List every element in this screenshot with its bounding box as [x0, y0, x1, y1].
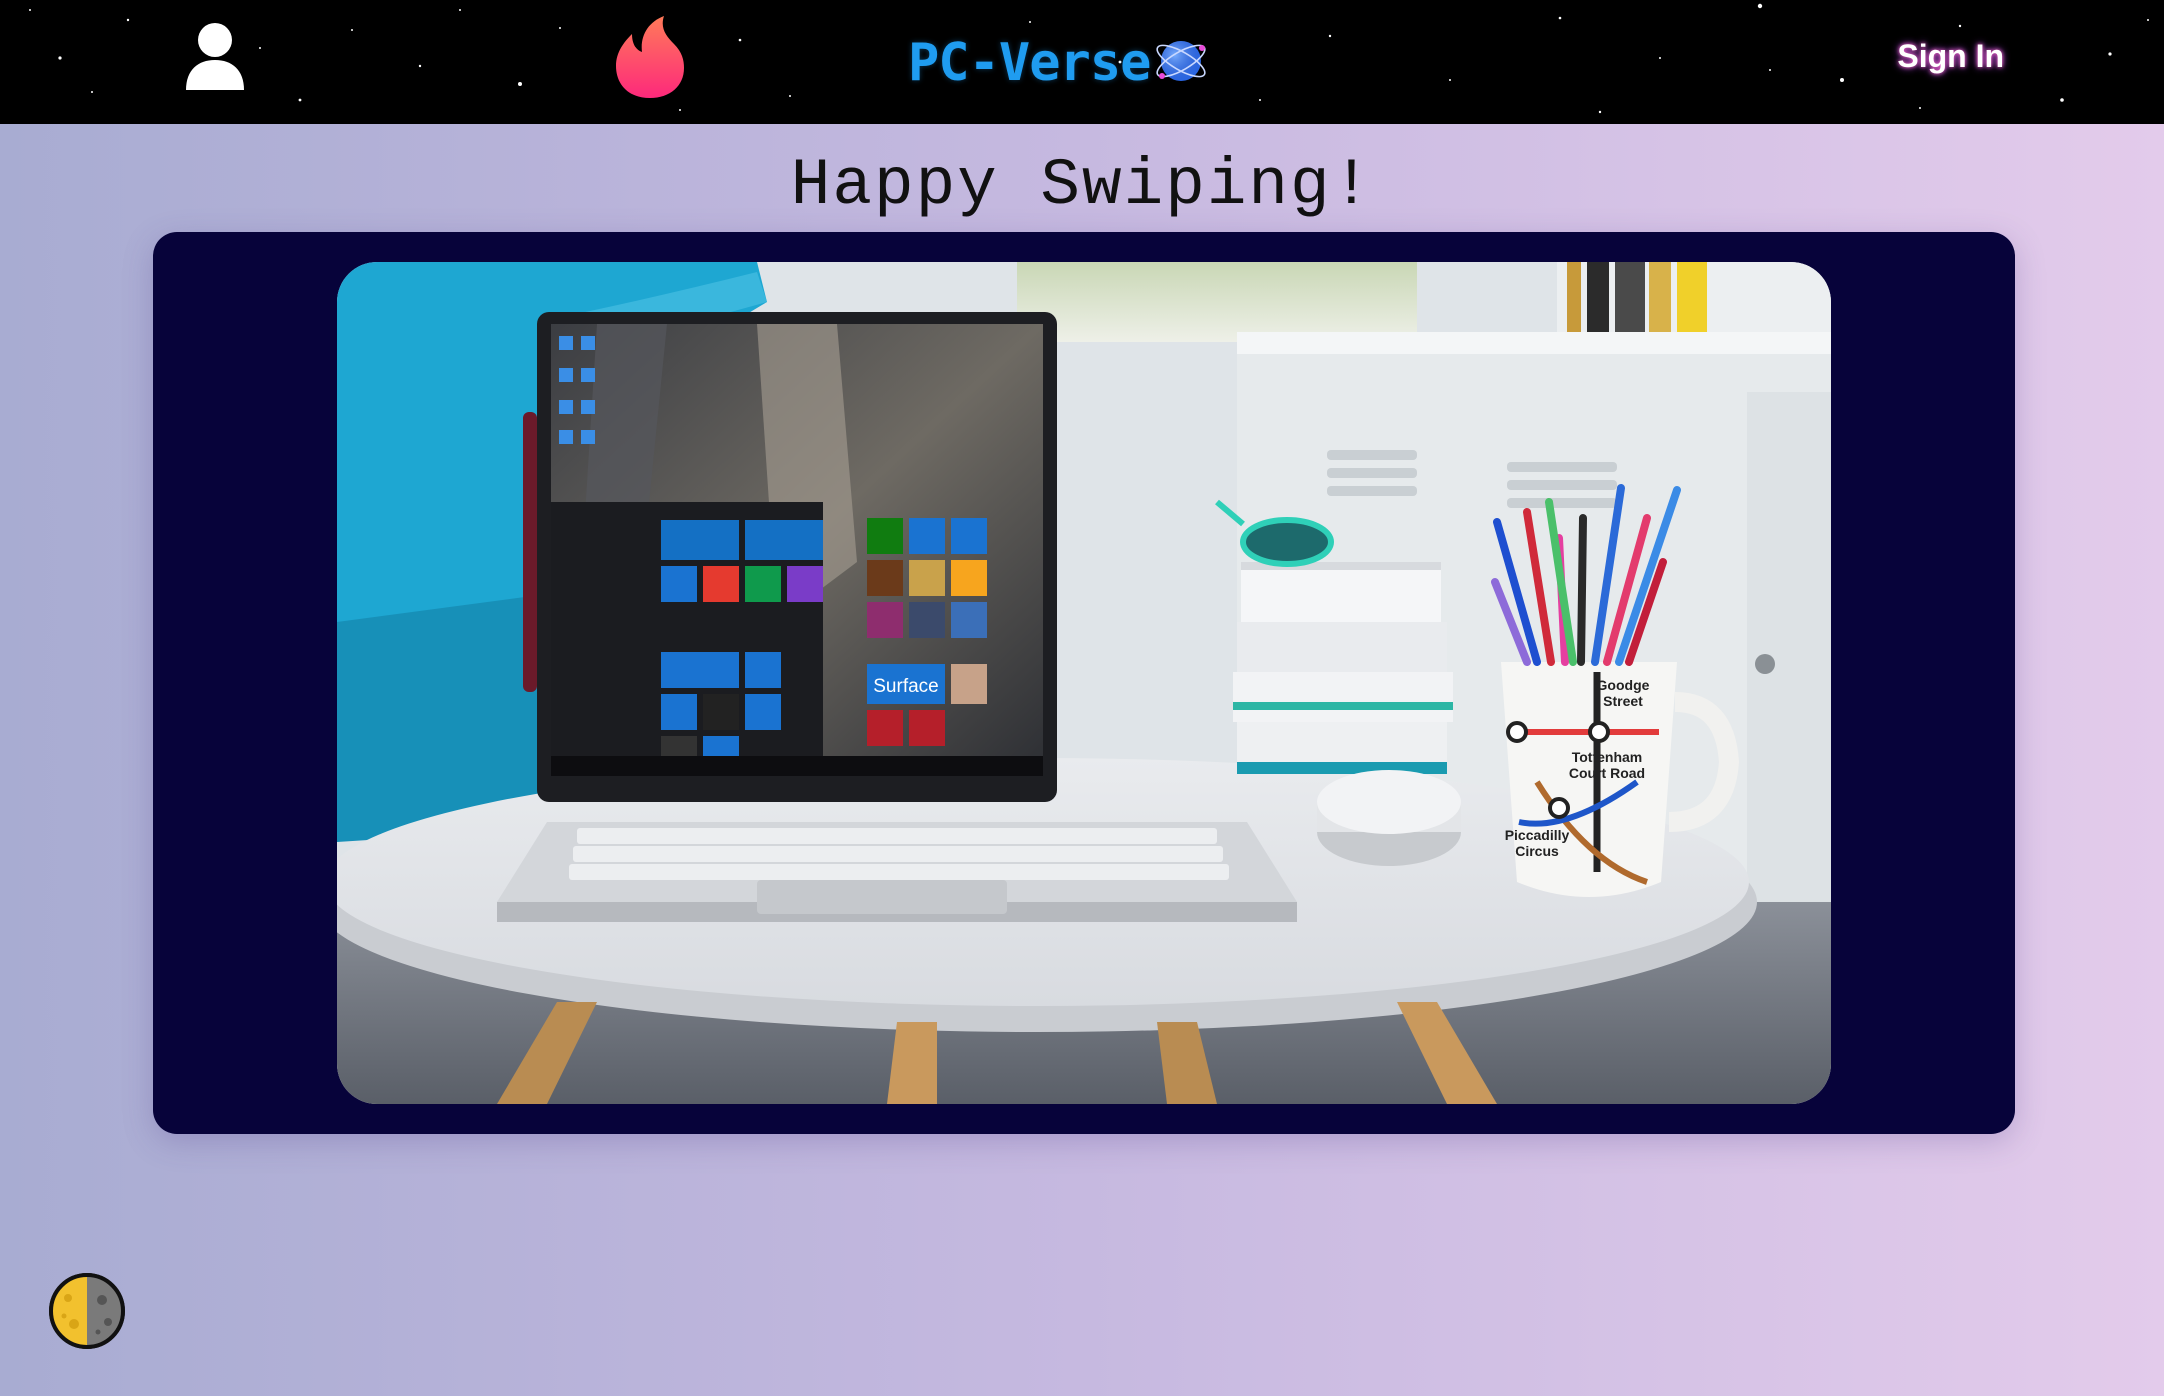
mug-text-3: Tottenham	[1572, 749, 1643, 765]
atom-icon	[1156, 41, 1207, 81]
theme-toggle-button[interactable]	[46, 1270, 128, 1352]
page-title: Happy Swiping!	[790, 148, 1374, 223]
flame-icon	[616, 16, 684, 98]
swipe-home-button[interactable]	[612, 14, 688, 100]
user-icon	[186, 23, 244, 90]
product-photo[interactable]: Surface Goodge Street Tottenham Court Ro…	[337, 262, 1831, 1104]
mug-text-4: Court Road	[1569, 765, 1645, 781]
swipe-card[interactable]: Surface Goodge Street Tottenham Court Ro…	[153, 232, 2015, 1134]
mug-text-2: Street	[1603, 693, 1643, 709]
screen-tile-label: Surface	[873, 676, 938, 697]
profile-button[interactable]	[184, 20, 246, 92]
brand-logo[interactable]: PC-Verse	[908, 28, 1210, 98]
moon-icon	[49, 1273, 125, 1349]
laptop-photo-illustration: Surface Goodge Street Tottenham Court Ro…	[337, 262, 1831, 1104]
mug-text-1: Goodge	[1597, 677, 1650, 693]
navbar: PC-Verse Sign In	[0, 0, 2164, 124]
brand-title: PC-Verse	[908, 33, 1151, 93]
mug-text-5: Piccadilly	[1505, 827, 1570, 843]
mug-text-6: Circus	[1515, 843, 1559, 859]
sign-in-link[interactable]: Sign In	[1897, 38, 2004, 75]
